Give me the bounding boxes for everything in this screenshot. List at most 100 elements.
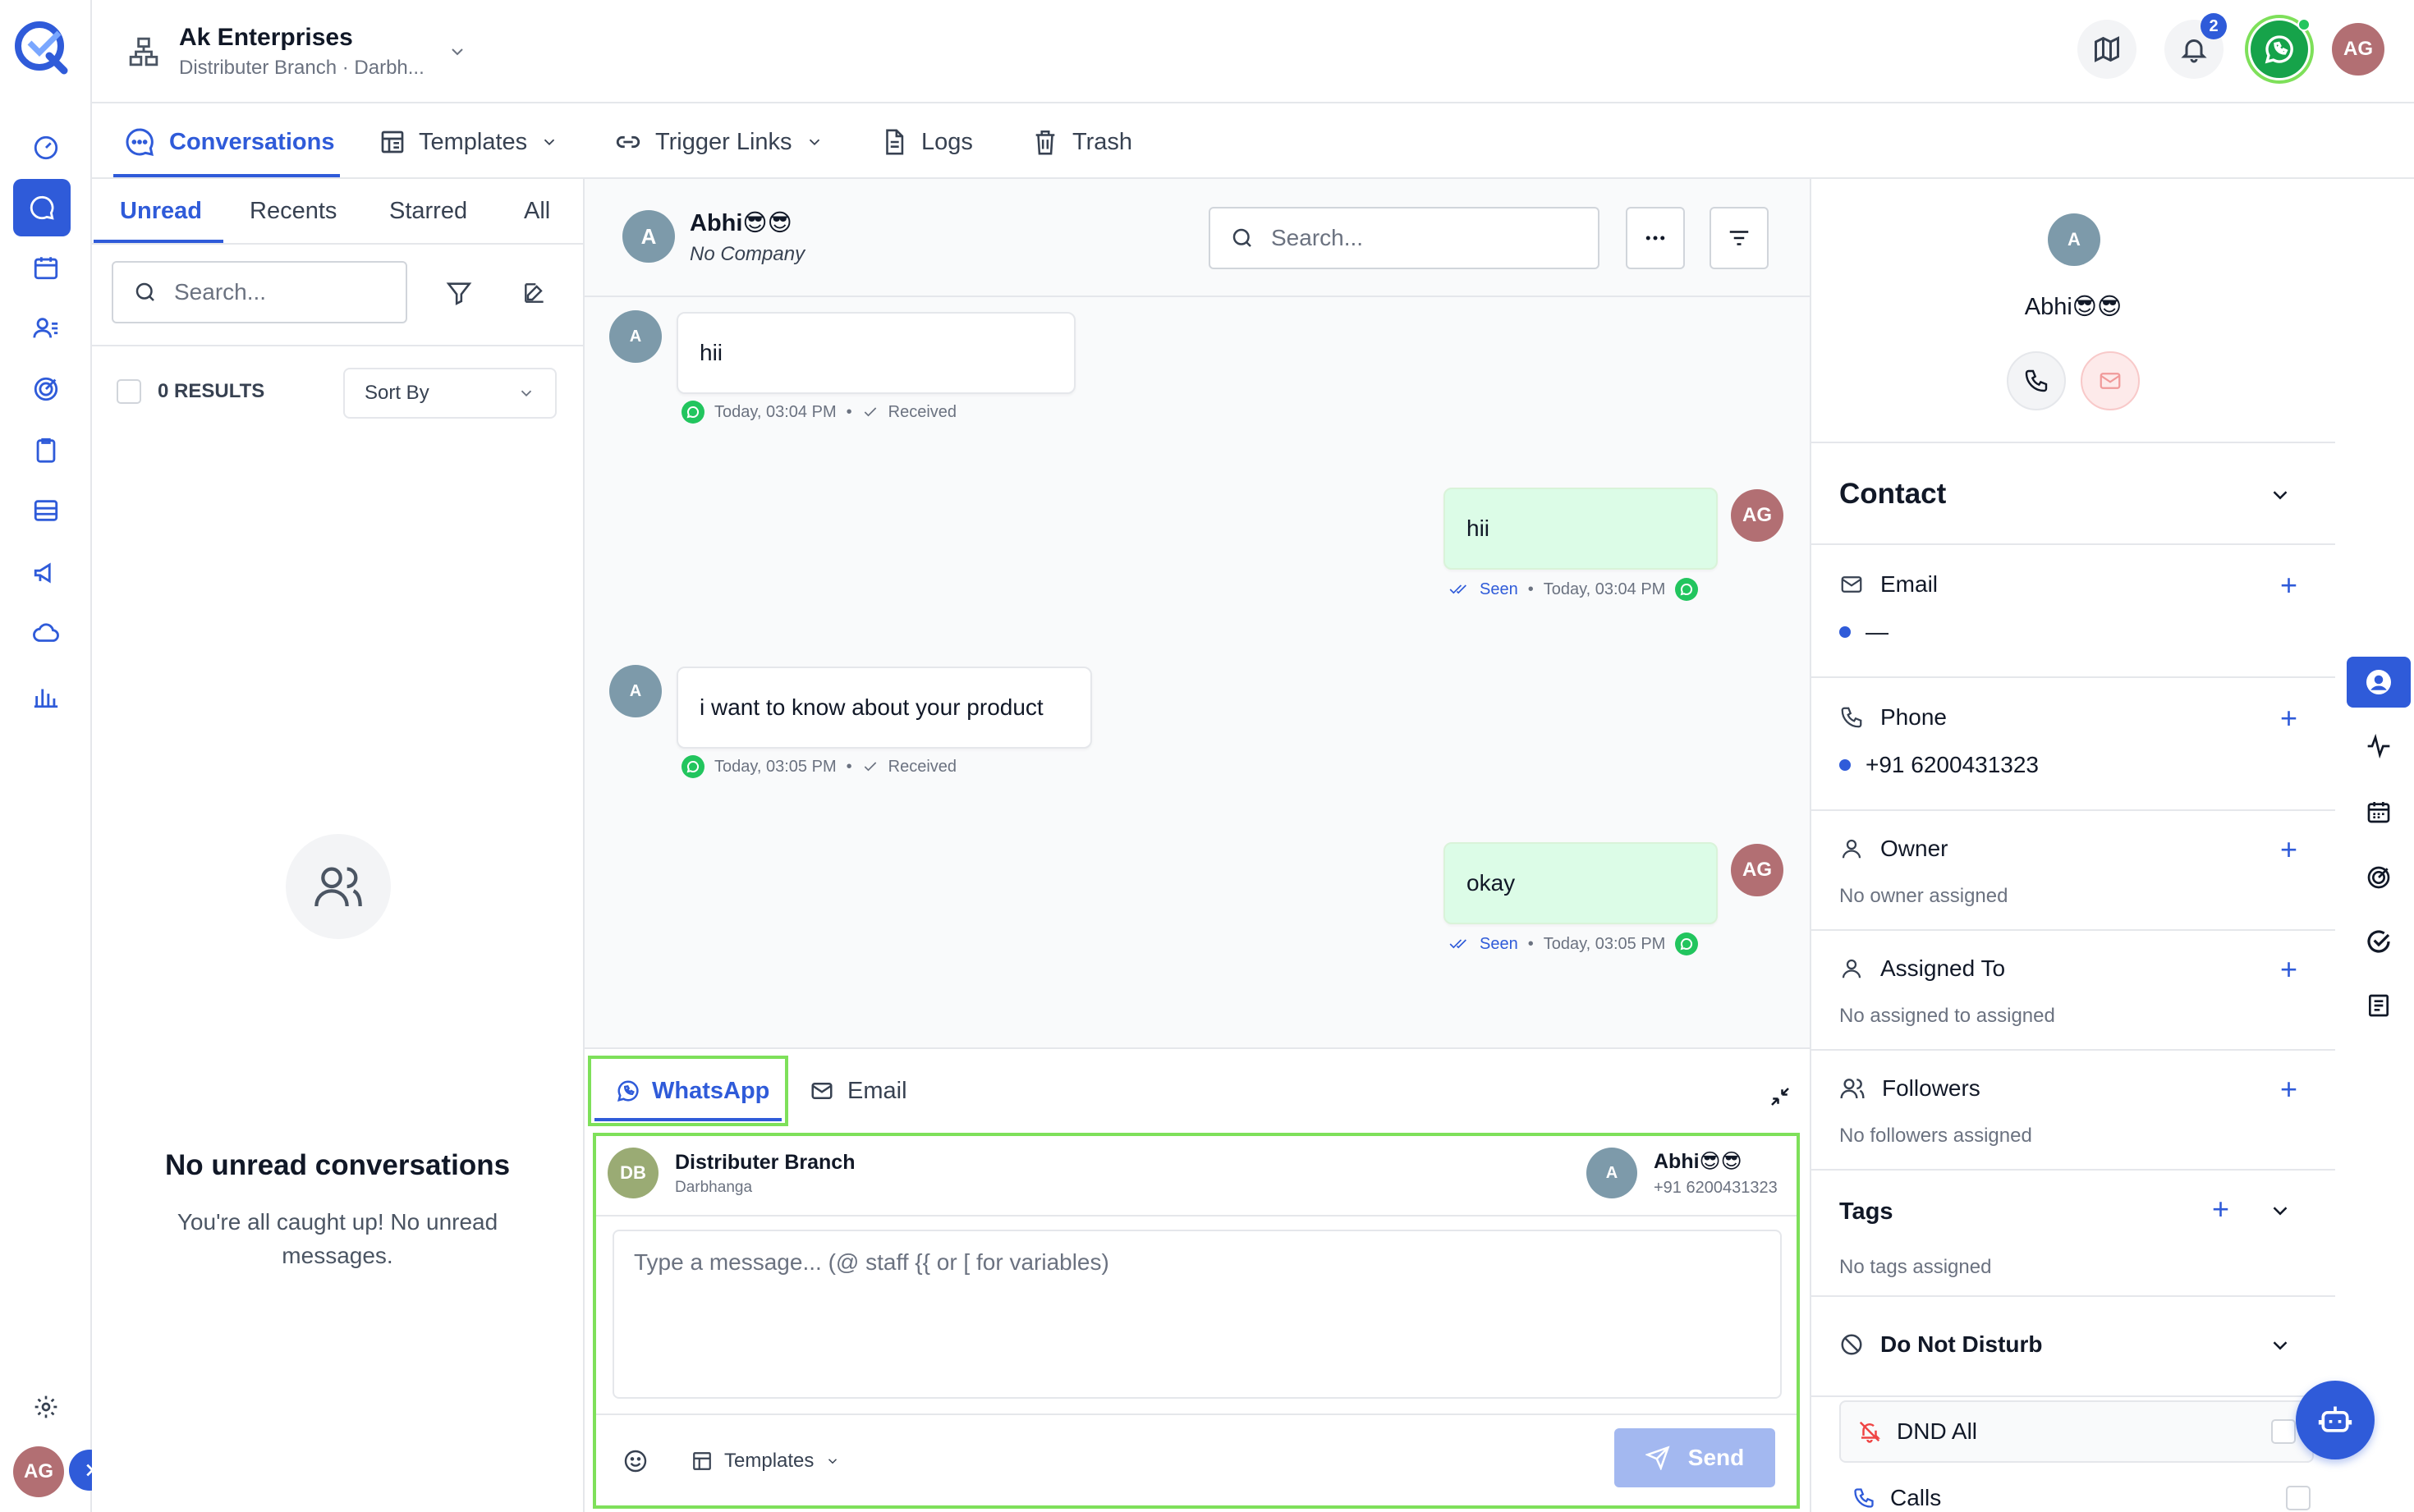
add-assignee-button[interactable]: + — [2280, 952, 2297, 987]
settings-icon[interactable] — [16, 1377, 76, 1436]
list-tab-all[interactable]: All — [524, 179, 550, 243]
outgoing-message[interactable]: okay — [1443, 842, 1718, 924]
call-button[interactable] — [2007, 351, 2066, 410]
contact-avatar[interactable]: A — [622, 210, 675, 263]
activity-tab[interactable] — [2347, 721, 2411, 772]
layout-icon[interactable] — [16, 481, 76, 540]
contact-name[interactable]: Abhi😎😎 — [690, 208, 792, 237]
add-follower-button[interactable]: + — [2280, 1072, 2297, 1107]
list-tab-unread[interactable]: Unread — [120, 179, 202, 243]
compose-button[interactable] — [517, 276, 552, 310]
contacts-icon[interactable] — [16, 299, 76, 358]
list-tab-starred[interactable]: Starred — [389, 179, 467, 243]
incoming-message[interactable]: i want to know about your product — [677, 667, 1092, 749]
dnd-calls-checkbox[interactable] — [2286, 1486, 2311, 1510]
contact-profile-tab[interactable] — [2347, 657, 2411, 708]
whatsapp-icon — [682, 755, 704, 778]
notifications-button[interactable]: 2 — [2164, 13, 2227, 79]
template-icon — [381, 131, 404, 153]
whatsapp-icon — [617, 1080, 639, 1102]
incoming-message[interactable]: hii — [677, 312, 1076, 394]
bar-chart-icon[interactable] — [16, 667, 76, 726]
tab-label: Logs — [921, 128, 973, 155]
mail-icon — [1841, 576, 1862, 593]
phone-value[interactable]: +91 6200431323 — [1866, 752, 2039, 778]
dnd-calls-row[interactable]: Calls — [1852, 1484, 2314, 1512]
whatsapp-status-button[interactable] — [2245, 15, 2314, 84]
chat-filter-button[interactable] — [1710, 207, 1769, 269]
bell-off-icon — [1859, 1421, 1881, 1443]
dnd-section-header[interactable]: Do Not Disturb — [1811, 1297, 2335, 1397]
target-icon[interactable] — [16, 360, 76, 419]
message-search-input[interactable]: Search... — [1209, 207, 1599, 269]
chevron-down-icon[interactable] — [2268, 1198, 2292, 1223]
channel-tab-whatsapp[interactable]: WhatsApp — [588, 1056, 788, 1126]
org-switcher[interactable]: Ak Enterprises Distributer Branch · Darb… — [128, 21, 467, 82]
mail-icon — [811, 1083, 833, 1099]
email-field: Email + — — [1811, 545, 2335, 678]
templates-dropdown[interactable]: Templates — [691, 1446, 840, 1476]
tab-conversations[interactable]: Conversations — [123, 105, 334, 179]
select-all-checkbox[interactable] — [117, 379, 141, 404]
minimize-composer-button[interactable] — [1765, 1082, 1795, 1111]
chevron-down-icon — [2273, 491, 2288, 500]
followers-field: Followers + No followers assigned — [1811, 1051, 2335, 1171]
megaphone-icon[interactable] — [16, 543, 76, 603]
message-status: Received — [888, 757, 957, 776]
users-icon — [1840, 1079, 1865, 1099]
sort-dropdown[interactable]: Sort By — [343, 368, 557, 419]
calendar-tab[interactable] — [2347, 786, 2411, 837]
list-tab-recents[interactable]: Recents — [250, 179, 337, 243]
map-button[interactable] — [2077, 20, 2136, 79]
activity-icon — [2367, 733, 2390, 759]
add-tag-button[interactable]: + — [2212, 1192, 2229, 1226]
notes-tab[interactable] — [2347, 980, 2411, 1031]
conversations-icon[interactable] — [13, 179, 71, 236]
message-composer: WhatsApp Email DB Distributer Branch Dar… — [585, 1047, 1810, 1512]
message-textarea[interactable]: Type a message... (@ staff {{ or [ for v… — [613, 1230, 1782, 1399]
notification-badge: 2 — [2201, 13, 2227, 39]
tab-logs[interactable]: Logs — [880, 105, 973, 179]
message-time: Today, 03:05 PM — [714, 757, 837, 776]
select-all[interactable]: 0 RESULTS — [117, 379, 264, 404]
dnd-all-checkbox[interactable] — [2271, 1419, 2296, 1444]
sender-avatar: AG — [1731, 844, 1783, 896]
ai-assistant-button[interactable] — [2296, 1381, 2375, 1459]
document-icon — [886, 129, 904, 155]
tags-section: Tags + No tags assigned — [1811, 1171, 2335, 1297]
dashboard-icon[interactable] — [16, 118, 76, 177]
filter-button[interactable] — [442, 276, 476, 310]
add-phone-button[interactable]: + — [2280, 701, 2297, 735]
mail-icon — [2100, 373, 2121, 389]
add-owner-button[interactable]: + — [2280, 832, 2297, 867]
email-value[interactable]: — — [1866, 619, 1889, 645]
more-options-button[interactable] — [1626, 207, 1685, 269]
profile-avatar[interactable]: AG — [2332, 23, 2384, 76]
tasks-tab[interactable] — [2347, 916, 2411, 967]
add-email-button[interactable]: + — [2280, 568, 2297, 603]
user-avatar[interactable]: AG — [13, 1446, 64, 1497]
channel-tab-email[interactable]: Email — [810, 1056, 907, 1126]
check-icon — [864, 407, 876, 417]
message-status: Seen — [1480, 934, 1518, 953]
tab-trigger-links[interactable]: Trigger Links — [614, 105, 824, 179]
app-logo[interactable] — [11, 18, 71, 77]
emoji-button[interactable] — [621, 1446, 650, 1476]
outgoing-message[interactable]: hii — [1443, 488, 1718, 570]
phone-icon — [2025, 369, 2048, 392]
send-button[interactable]: Send — [1614, 1428, 1775, 1487]
tab-templates[interactable]: Templates — [379, 105, 558, 179]
contact-section-header[interactable]: Contact — [1811, 443, 2335, 545]
filter-icon — [446, 282, 472, 305]
clipboard-icon[interactable] — [16, 420, 76, 479]
cloud-icon[interactable] — [16, 604, 76, 663]
owner-field: Owner + No owner assigned — [1811, 811, 2335, 931]
sender-location: Darbhanga — [675, 1179, 753, 1196]
primary-dot — [1839, 626, 1851, 638]
opportunities-tab[interactable] — [2347, 852, 2411, 903]
email-button[interactable] — [2081, 351, 2140, 410]
conversation-search-input[interactable]: Search... — [112, 261, 407, 323]
dnd-all-row[interactable]: DND All — [1839, 1400, 2314, 1463]
tab-trash[interactable]: Trash — [1031, 105, 1132, 179]
calendar-icon[interactable] — [16, 238, 76, 297]
